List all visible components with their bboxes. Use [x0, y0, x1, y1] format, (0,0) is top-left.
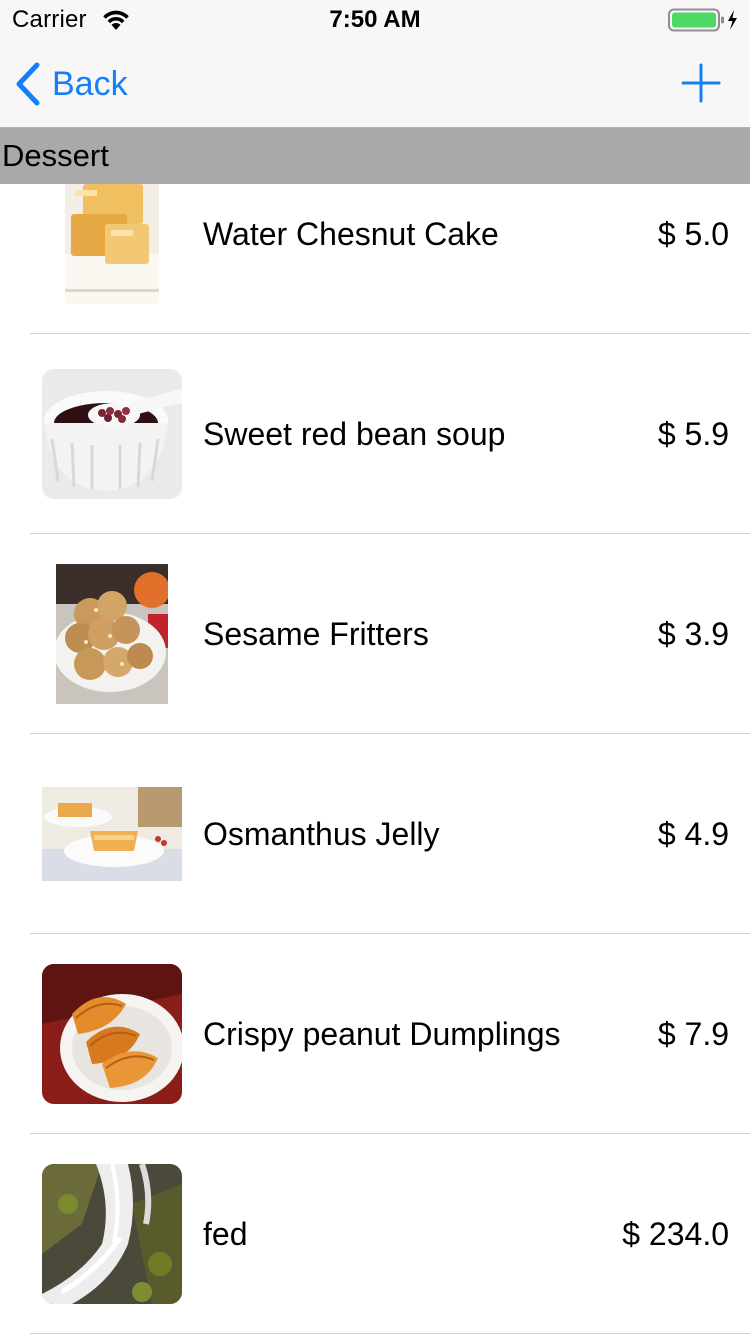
status-time: 7:50 AM [329, 6, 421, 33]
item-name: Sweet red bean soup [203, 416, 506, 452]
section-header: Dessert [0, 128, 750, 184]
list-item[interactable]: Sesame Fritters $ 3.9 [0, 534, 750, 734]
item-name: fed [203, 1216, 248, 1252]
osmanthus-jelly-photo [42, 787, 182, 881]
back-button[interactable]: Back [14, 60, 128, 108]
list-item[interactable]: Sweet red bean soup $ 5.9 [0, 334, 750, 534]
item-price: $ 4.9 [657, 816, 729, 852]
chevron-left-icon [16, 62, 40, 106]
list-item[interactable]: Osmanthus Jelly $ 4.9 [0, 734, 750, 934]
item-price: $ 234.0 [622, 1216, 729, 1252]
battery-charging-icon [668, 8, 737, 32]
list-item[interactable]: fed $ 234.0 [0, 1134, 750, 1334]
item-name: Osmanthus Jelly [203, 816, 440, 852]
item-price: $ 3.9 [657, 616, 729, 652]
list-item[interactable]: Crispy peanut Dumplings $ 7.9 [0, 934, 750, 1134]
sesame-fritters-photo [56, 564, 168, 704]
plus-icon[interactable] [680, 62, 722, 104]
section-title: Dessert [2, 138, 109, 173]
menu-list[interactable]: Water Chesnut Cake $ 5.0 Sweet red bean … [0, 134, 750, 1334]
peanut-dumplings-photo [42, 964, 182, 1104]
red-bean-soup-photo [42, 369, 182, 499]
item-name: Crispy peanut Dumplings [203, 1016, 561, 1052]
back-label: Back [52, 64, 128, 103]
status-bar: Carrier 7:50 AM [0, 0, 750, 40]
navigation-bar: Back [0, 40, 750, 128]
waterfall-photo [42, 1164, 182, 1304]
item-name: Water Chesnut Cake [203, 216, 499, 252]
item-price: $ 5.0 [657, 216, 729, 252]
item-price: $ 7.9 [657, 1016, 729, 1052]
item-name: Sesame Fritters [203, 616, 429, 652]
item-price: $ 5.9 [657, 416, 729, 452]
